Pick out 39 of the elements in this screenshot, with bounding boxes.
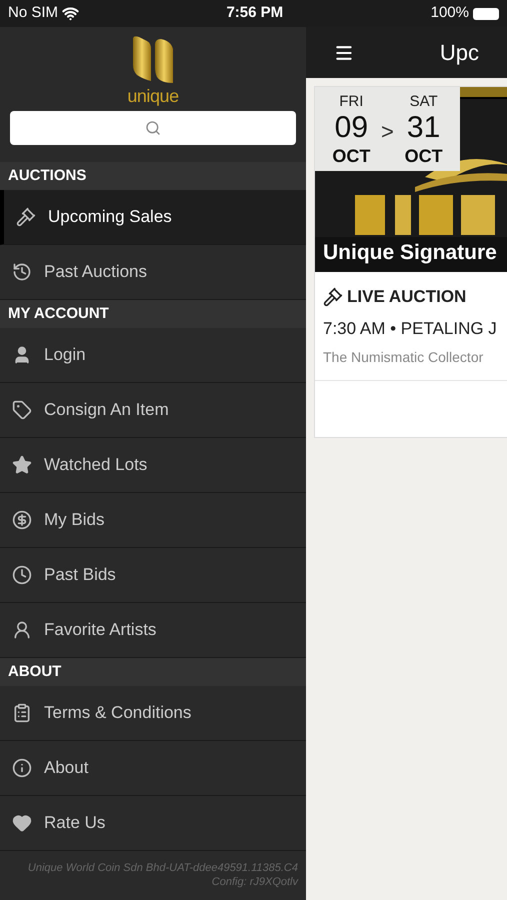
clipboard-icon [12,703,32,723]
section-header: ABOUT [0,658,306,686]
time-location: 7:30 AM • PETALING J [323,318,498,340]
heart-icon [12,813,32,833]
person-icon [12,620,32,640]
build-info: Config: rJ9XQotlv [212,876,298,890]
logo-icon [131,35,175,85]
search-icon [145,120,161,136]
tag-icon [12,400,32,420]
clock: 7:56 PM [226,3,284,24]
date-number: 31 [406,112,440,142]
battery-icon [473,8,499,20]
menu-item[interactable]: Upcoming Sales [0,190,306,245]
history-icon [12,262,32,282]
page-title: Upc [440,39,479,67]
battery-percent: 100% [430,3,469,24]
weekday: FRI [339,94,364,108]
month: OCT [404,146,443,164]
section-header: MY ACCOUNT [0,300,306,328]
search-field[interactable] [10,111,296,145]
wifi-icon [62,5,80,22]
month: OCT [332,146,370,164]
gavel-icon [323,286,343,307]
section-header: AUCTIONS [0,162,306,190]
sale-card[interactable]: FRI 09 OCT > SAT 31 OCT Unique Signature LIVE AUCTION 7:30 AM • PETALING J The Numismatic Collector [314,86,507,438]
dollar-icon [12,510,32,530]
clock-icon [12,565,32,585]
weekday: SAT [410,94,438,108]
venue: The Numismatic Collector [323,348,484,367]
gavel-icon [16,207,36,227]
date-separator: > [381,118,394,146]
date-number: 09 [334,112,368,142]
build-info: Unique World Coin Sdn Bhd-UAT-ddee49591.11385.C4 [28,862,298,876]
star-icon [12,455,32,475]
logo-text: unique [127,87,179,105]
auction-type: LIVE AUCTION [347,286,466,308]
banner-title: Unique Signature [322,240,498,266]
info-icon [12,758,32,778]
carrier: No SIM [8,3,58,24]
